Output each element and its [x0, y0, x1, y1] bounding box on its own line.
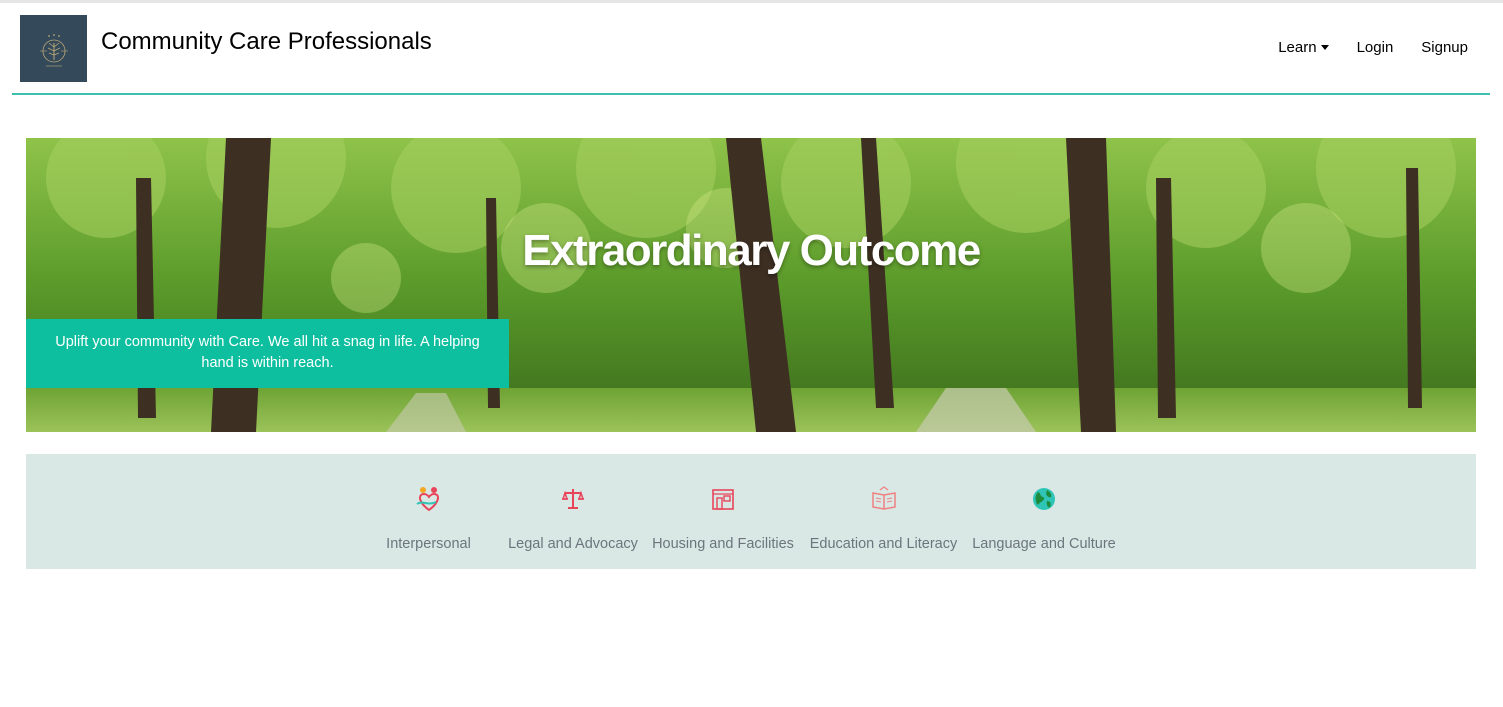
category-interpersonal[interactable]: Interpersonal: [376, 454, 481, 569]
category-label: Legal and Advocacy: [508, 536, 638, 552]
category-bar: Interpersonal Legal and Advocacy Housing…: [26, 454, 1476, 569]
caret-down-icon: [1320, 45, 1329, 50]
category-label: Language and Culture: [972, 536, 1116, 552]
brand-name[interactable]: Community Care Professionals: [101, 28, 432, 56]
brand-logo[interactable]: [20, 15, 87, 82]
hero-title: Extraordinary Outcome: [522, 226, 981, 275]
category-legal-advocacy[interactable]: Legal and Advocacy: [503, 454, 643, 569]
nav-login-link[interactable]: Login: [1357, 39, 1394, 56]
scales-icon: [561, 489, 585, 509]
navbar: Community Care Professionals Learn Login…: [12, 3, 1490, 95]
nav-learn-dropdown[interactable]: Learn: [1278, 39, 1329, 56]
tree-of-life-logo-icon: [39, 33, 68, 66]
category-label: Education and Literacy: [809, 536, 958, 552]
open-book-icon: [871, 486, 896, 510]
hero-tagline-banner: Uplift your community with Care. We all …: [26, 319, 509, 388]
nav-learn-label: Learn: [1278, 39, 1317, 56]
category-label: Housing and Facilities: [652, 536, 794, 552]
nav-signup-link[interactable]: Signup: [1421, 39, 1468, 56]
category-housing-facilities[interactable]: Housing and Facilities: [650, 454, 796, 569]
category-label: Interpersonal: [386, 536, 471, 552]
globe-icon: [1033, 488, 1055, 510]
people-heart-icon: [415, 487, 439, 512]
category-language-culture[interactable]: Language and Culture: [970, 454, 1118, 569]
house-icon: [712, 489, 734, 510]
hero-section: Extraordinary Outcome Uplift your commun…: [26, 138, 1476, 432]
nav-links: Learn Login Signup: [1250, 39, 1468, 56]
category-education-literacy[interactable]: Education and Literacy: [807, 454, 960, 569]
